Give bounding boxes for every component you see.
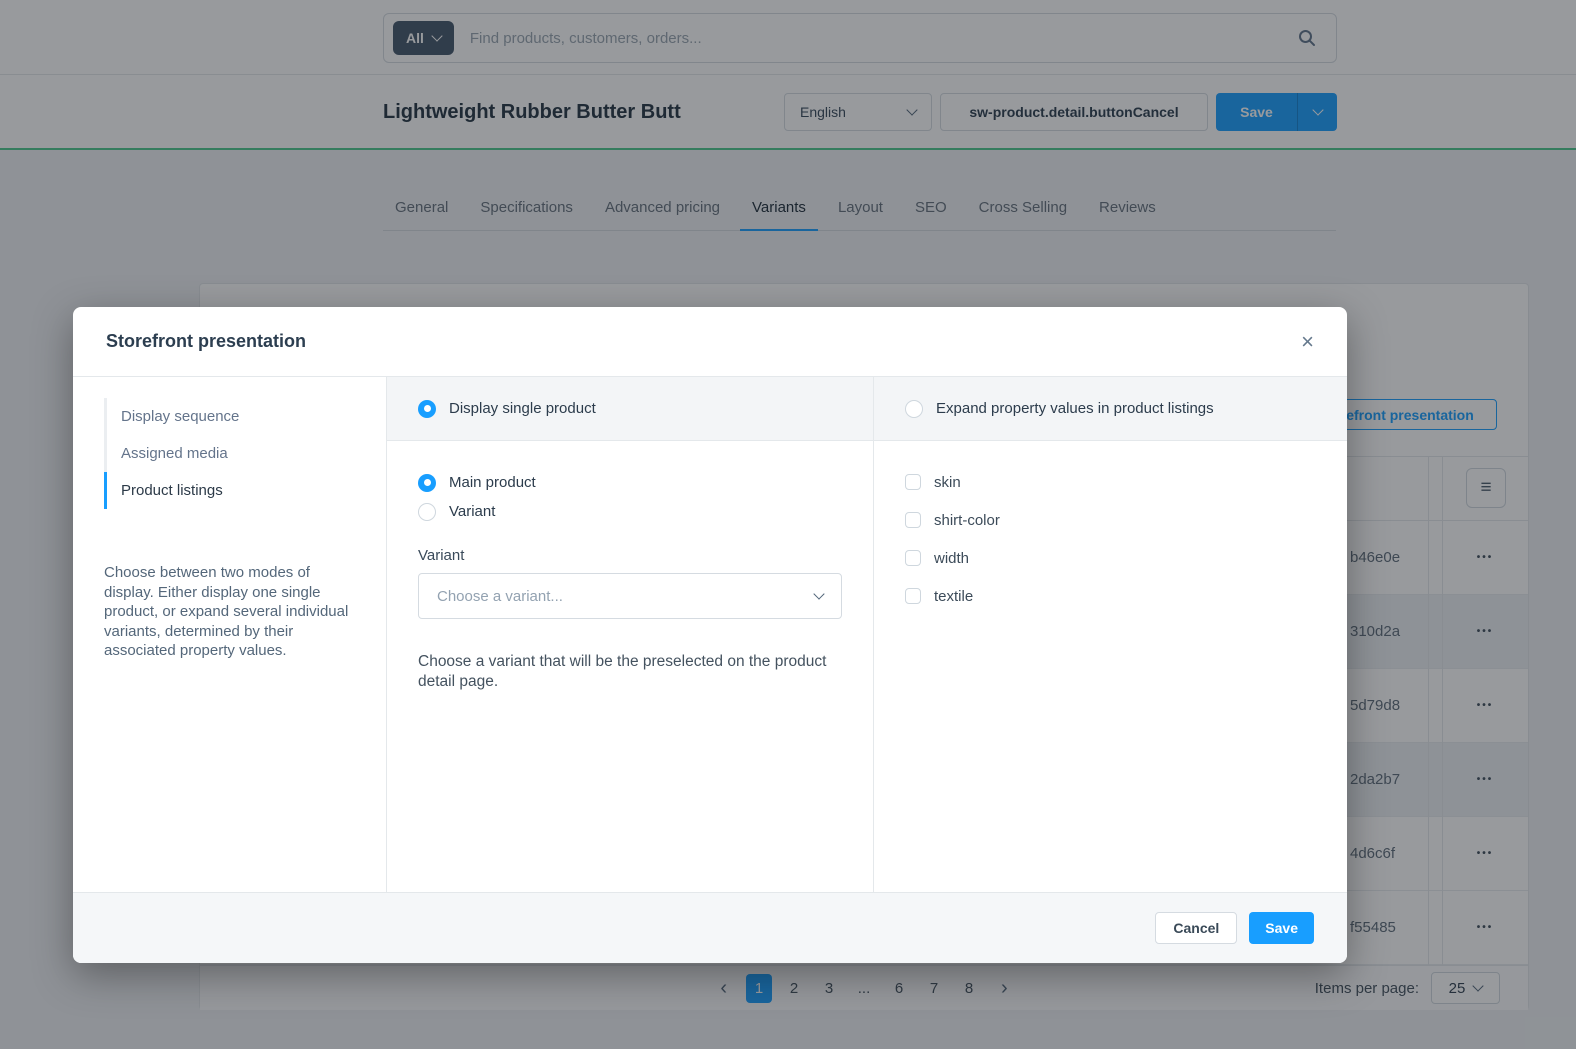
sidebar-item-assigned-media[interactable]: Assigned media [104,435,362,472]
expand-properties-radio[interactable] [905,400,923,418]
property-shirt-color-checkbox[interactable] [905,512,921,528]
variant-radio[interactable] [418,503,436,521]
mode-description: Choose between two modes of display. Eit… [104,563,356,661]
main-product-label: Main product [449,474,536,491]
expand-properties-column: Expand property values in product listin… [874,377,1347,892]
modal-nav: Display sequence Assigned media Product … [104,398,362,509]
modal-footer: Cancel Save [73,892,1347,963]
storefront-presentation-modal: Storefront presentation × Display sequen… [73,307,1347,963]
variant-option: Variant [418,497,842,526]
list-item: skin [905,467,1316,497]
variant-option-label: Variant [449,503,495,520]
display-single-product-radio[interactable] [418,400,436,418]
modal-sidebar: Display sequence Assigned media Product … [73,377,387,892]
property-textile-checkbox[interactable] [905,588,921,604]
display-single-product-label: Display single product [449,400,596,417]
variant-helper-text: Choose a variant that will be the presel… [418,652,828,692]
property-textile-label: textile [934,588,973,605]
modal-title: Storefront presentation [106,331,306,352]
close-icon: × [1301,329,1314,354]
list-item: width [905,543,1316,573]
main-product-radio[interactable] [418,474,436,492]
property-width-label: width [934,550,969,567]
single-product-column: Display single product Main product Vari… [387,377,874,892]
single-product-mode-option: Display single product [387,377,873,441]
sidebar-item-display-sequence[interactable]: Display sequence [104,398,362,435]
chevron-down-icon [813,588,824,599]
sidebar-item-product-listings[interactable]: Product listings [104,472,362,509]
modal-body: Display sequence Assigned media Product … [73,377,1347,892]
expand-properties-mode-option: Expand property values in product listin… [874,377,1347,441]
variant-select-placeholder: Choose a variant... [437,588,563,605]
modal-header: Storefront presentation × [73,307,1347,377]
expand-properties-label: Expand property values in product listin… [936,400,1214,417]
close-button[interactable]: × [1301,331,1314,353]
variant-select[interactable]: Choose a variant... [418,573,842,619]
property-shirt-color-label: shirt-color [934,512,1000,529]
list-item: textile [905,581,1316,611]
property-width-checkbox[interactable] [905,550,921,566]
property-list: skin shirt-color width textile [874,441,1347,619]
main-product-option: Main product [418,468,842,497]
property-skin-checkbox[interactable] [905,474,921,490]
single-product-settings: Main product Variant Variant Choose a va… [387,441,873,692]
variant-field-label: Variant [418,547,842,564]
list-item: shirt-color [905,505,1316,535]
cancel-button[interactable]: Cancel [1155,912,1237,944]
property-skin-label: skin [934,474,961,491]
save-button[interactable]: Save [1249,912,1314,944]
